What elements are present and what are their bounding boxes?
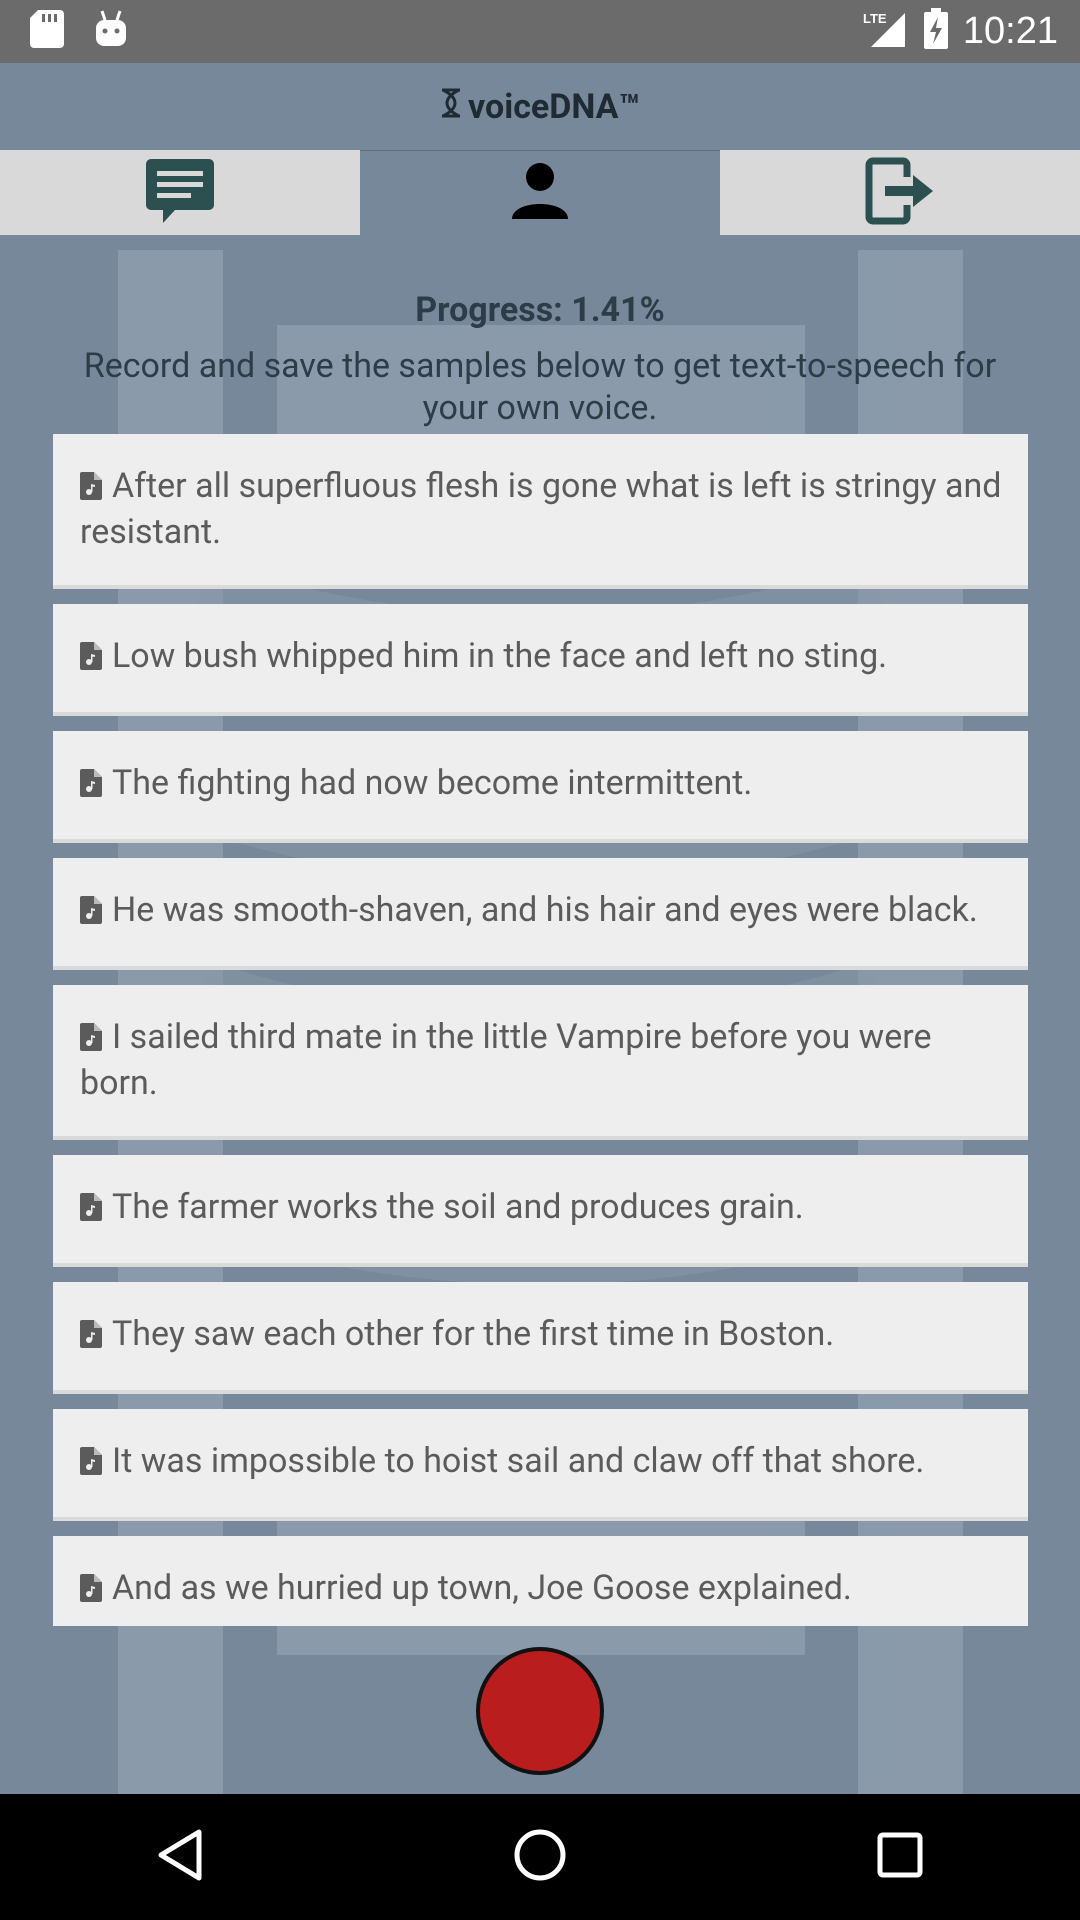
person-icon — [510, 161, 570, 225]
app-title: voiceDNA™ — [468, 86, 640, 127]
sample-item[interactable]: He was smooth-shaven, and his hair and e… — [53, 858, 1028, 970]
audio-file-icon — [80, 1019, 102, 1062]
recents-icon — [876, 1831, 924, 1883]
back-icon — [156, 1828, 204, 1886]
navigation-bar — [0, 1794, 1080, 1920]
recents-button[interactable] — [840, 1807, 960, 1907]
dna-icon — [440, 87, 462, 127]
tab-bar — [0, 150, 1080, 235]
svg-text:LTE: LTE — [863, 11, 887, 26]
signal-icon: LTE — [861, 9, 909, 53]
sample-text: I sailed third mate in the little Vampir… — [80, 1017, 932, 1103]
home-button[interactable] — [480, 1807, 600, 1907]
app-bar: voiceDNA™ — [0, 63, 1080, 150]
battery-charging-icon — [923, 8, 949, 54]
sample-item[interactable]: And as we hurried up town, Joe Goose exp… — [53, 1536, 1028, 1626]
sample-text: They saw each other for the first time i… — [112, 1314, 835, 1354]
sample-text: After all superfluous flesh is gone what… — [80, 466, 1002, 552]
sample-text: Low bush whipped him in the face and lef… — [112, 636, 888, 676]
sample-item[interactable]: Low bush whipped him in the face and lef… — [53, 604, 1028, 716]
sample-item[interactable]: The farmer works the soil and produces g… — [53, 1155, 1028, 1267]
audio-file-icon — [80, 1189, 102, 1232]
audio-file-icon — [80, 1443, 102, 1486]
audio-file-icon — [80, 468, 102, 511]
audio-file-icon — [80, 1570, 102, 1613]
progress-label: Progress: 1.41% — [415, 290, 665, 330]
clock: 10:21 — [962, 9, 1058, 52]
sd-card-icon — [30, 10, 64, 52]
audio-file-icon — [80, 892, 102, 935]
android-icon — [94, 10, 128, 52]
sample-item[interactable]: It was impossible to hoist sail and claw… — [53, 1409, 1028, 1521]
chat-icon — [145, 157, 215, 229]
sample-item[interactable]: I sailed third mate in the little Vampir… — [53, 985, 1028, 1140]
sample-text: The farmer works the soil and produces g… — [112, 1187, 804, 1227]
sample-item[interactable]: The fighting had now become intermittent… — [53, 731, 1028, 843]
sample-item[interactable]: They saw each other for the first time i… — [53, 1282, 1028, 1394]
audio-file-icon — [80, 638, 102, 681]
home-icon — [513, 1828, 567, 1886]
record-button[interactable] — [476, 1647, 604, 1775]
sample-text: And as we hurried up town, Joe Goose exp… — [112, 1568, 852, 1608]
back-button[interactable] — [120, 1807, 240, 1907]
audio-file-icon — [80, 765, 102, 808]
logout-icon — [865, 157, 935, 229]
tab-messages[interactable] — [0, 150, 360, 235]
sample-item[interactable]: After all superfluous flesh is gone what… — [53, 434, 1028, 589]
instructions-text: Record and save the samples below to get… — [83, 346, 997, 428]
audio-file-icon — [80, 1316, 102, 1359]
tab-logout[interactable] — [720, 150, 1080, 235]
tab-profile[interactable] — [360, 150, 720, 235]
sample-text: It was impossible to hoist sail and claw… — [112, 1441, 925, 1481]
sample-text: The fighting had now become intermittent… — [112, 763, 753, 803]
sample-list[interactable]: After all superfluous flesh is gone what… — [53, 434, 1028, 1626]
sample-text: He was smooth-shaven, and his hair and e… — [112, 890, 978, 930]
status-bar: LTE 10:21 — [0, 0, 1080, 63]
